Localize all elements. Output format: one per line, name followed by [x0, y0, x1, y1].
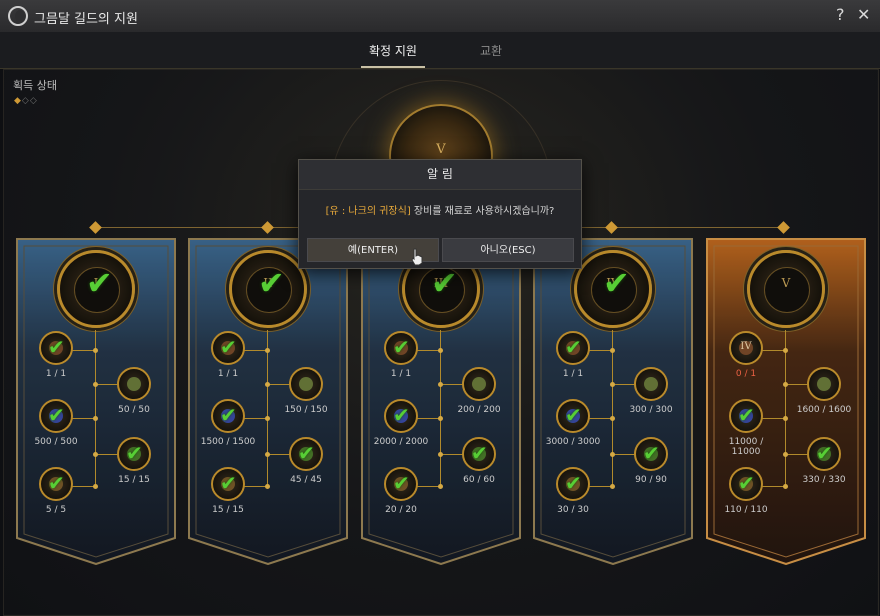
- tab-bar: 확정 지원 교환: [0, 32, 880, 69]
- hand-cursor-icon: [411, 248, 423, 266]
- tab-exchange[interactable]: 교환: [480, 42, 502, 59]
- help-icon[interactable]: ?: [836, 5, 845, 24]
- close-icon[interactable]: ✕: [857, 5, 870, 24]
- modal-overlay: [3, 69, 877, 614]
- dialog-message-text: 장비를 재료로 사용하시겠습니까?: [410, 206, 555, 217]
- item-name-highlight: [유 : 나크의 귀장식]: [325, 206, 411, 217]
- tab-confirmed-support[interactable]: 확정 지원: [361, 42, 425, 68]
- notice-dialog: 알 림 [유 : 나크의 귀장식] 장비를 재료로 사용하시겠습니까? 예(EN…: [298, 159, 582, 269]
- dialog-title: 알 림: [299, 160, 581, 190]
- title-bar: 그믐달 길드의 지원 ? ✕: [0, 0, 880, 33]
- no-button[interactable]: 아니오(ESC): [442, 238, 574, 262]
- window-title: 그믐달 길드의 지원: [34, 12, 138, 27]
- dialog-message: [유 : 나크의 귀장식] 장비를 재료로 사용하시겠습니까?: [299, 202, 581, 217]
- crescent-moon-icon: [8, 6, 28, 26]
